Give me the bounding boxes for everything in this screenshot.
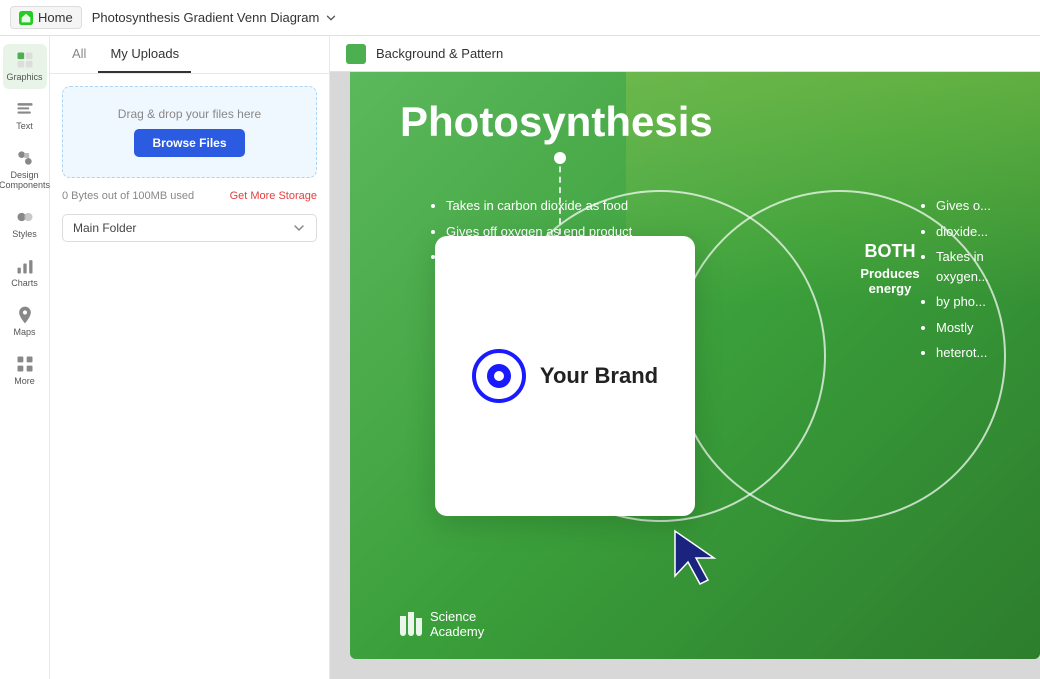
storage-text: 0 Bytes out of 100MB used — [62, 190, 194, 202]
slide-branding: Science Academy — [400, 609, 484, 639]
sidebar-item-styles[interactable]: Styles — [3, 201, 47, 246]
brand-logo-inner — [487, 364, 511, 388]
sidebar-item-maps-label: Maps — [13, 327, 35, 338]
home-label: Home — [38, 10, 73, 25]
tube-3 — [416, 618, 422, 636]
more-icon — [15, 354, 35, 374]
sidebar-item-design-label: Design Components — [0, 170, 50, 192]
right-item-2: dioxide... — [936, 222, 1040, 242]
right-item-4: by pho... — [936, 292, 1040, 312]
brand-card-wrapper: Your Brand — [435, 236, 695, 516]
browse-files-button[interactable]: Browse Files — [134, 129, 244, 157]
sidebar-item-charts[interactable]: Charts — [3, 250, 47, 295]
home-icon — [19, 11, 33, 25]
branding-line2: Academy — [430, 624, 484, 639]
design-icon — [15, 148, 35, 168]
canvas-area[interactable]: Background & Pattern Photosynthesis — [330, 36, 1040, 679]
right-item-3: Takes in oxygen... — [936, 247, 1040, 286]
graphics-icon — [15, 50, 35, 70]
branding-text: Science Academy — [430, 609, 484, 639]
sidebar-item-text[interactable]: Text — [3, 93, 47, 138]
styles-icon — [15, 207, 35, 227]
sidebar-item-more[interactable]: More — [3, 348, 47, 393]
doc-title[interactable]: Photosynthesis Gradient Venn Diagram — [92, 10, 339, 25]
sidebar-item-more-label: More — [14, 376, 35, 387]
doc-title-text: Photosynthesis Gradient Venn Diagram — [92, 10, 320, 25]
cursor-icon — [670, 526, 720, 586]
right-circle-list: Gives o... dioxide... Takes in oxygen...… — [920, 196, 1040, 363]
panel-tabs: All My Uploads — [50, 36, 329, 74]
brand-name: Your Brand — [540, 363, 658, 389]
upload-area: Drag & drop your files here Browse Files — [62, 86, 317, 178]
maps-icon — [15, 305, 35, 325]
sidebar-item-styles-label: Styles — [12, 229, 37, 240]
tab-my-uploads[interactable]: My Uploads — [98, 36, 191, 73]
panel-content: Drag & drop your files here Browse Files… — [50, 74, 329, 679]
sidebar-item-graphics-label: Graphics — [7, 72, 43, 83]
right-item-1: Gives o... — [936, 196, 1040, 216]
sidebar-item-graphics[interactable]: Graphics — [3, 44, 47, 89]
storage-info: 0 Bytes out of 100MB used Get More Stora… — [62, 190, 317, 202]
right-item-5: Mostly — [936, 318, 1040, 338]
tab-all[interactable]: All — [60, 36, 98, 73]
sidebar-item-design[interactable]: Design Components — [3, 142, 47, 198]
bg-pattern-label: Background & Pattern — [376, 46, 503, 61]
folder-label: Main Folder — [73, 221, 136, 235]
main-layout: Graphics Text Design Components Styles — [0, 36, 1040, 679]
brand-card: Your Brand — [435, 236, 695, 516]
branding-line1: Science — [430, 609, 484, 624]
left-item-1: Takes in carbon dioxide as food — [446, 196, 640, 216]
sidebar-item-maps[interactable]: Maps — [3, 299, 47, 344]
tube-1 — [400, 616, 406, 636]
get-storage-link[interactable]: Get More Storage — [230, 190, 317, 202]
sidebar-item-charts-label: Charts — [11, 278, 38, 289]
charts-icon — [15, 256, 35, 276]
test-tubes-icon — [400, 612, 422, 636]
color-swatch[interactable] — [346, 44, 366, 64]
tube-2 — [408, 612, 414, 636]
upload-text: Drag & drop your files here — [83, 107, 296, 121]
sidebar-icons: Graphics Text Design Components Styles — [0, 36, 50, 679]
right-circle-text: Gives o... dioxide... Takes in oxygen...… — [920, 196, 1040, 369]
bg-pattern-bar: Background & Pattern — [330, 36, 1040, 72]
brand-logo — [472, 349, 526, 403]
right-item-6: heterot... — [936, 343, 1040, 363]
sidebar-item-text-label: Text — [16, 121, 33, 132]
text-icon — [15, 99, 35, 119]
top-bar: Home Photosynthesis Gradient Venn Diagra… — [0, 0, 1040, 36]
slide-title: Photosynthesis — [400, 98, 713, 146]
panel: All My Uploads Drag & drop your files he… — [50, 36, 330, 679]
chevron-down-icon — [324, 11, 338, 25]
folder-dropdown[interactable]: Main Folder — [62, 214, 317, 242]
folder-chevron-icon — [292, 221, 306, 235]
home-button[interactable]: Home — [10, 6, 82, 29]
